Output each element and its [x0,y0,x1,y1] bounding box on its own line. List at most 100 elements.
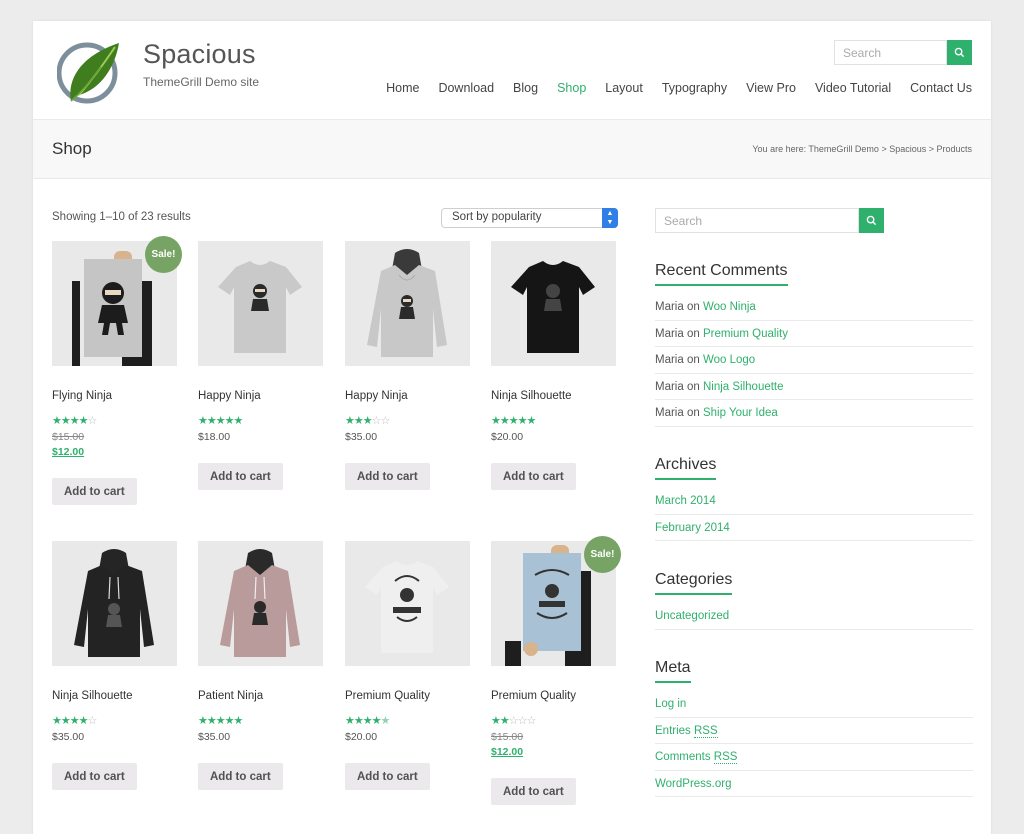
site-logo[interactable] [57,37,123,107]
product-image[interactable] [345,241,470,366]
black-tshirt-image [511,261,595,353]
add-to-cart-button[interactable]: Add to cart [345,463,430,490]
add-to-cart-button[interactable]: Add to cart [52,763,137,790]
nav-item-contact-us[interactable]: Contact Us [910,81,972,95]
comment-post-link[interactable]: Woo Logo [703,354,755,366]
product-image[interactable] [345,541,470,666]
product-card: Ninja Silhouette ★★★★★ $20.00 Add to cart [491,241,616,490]
product-name[interactable]: Happy Ninja [198,390,261,402]
product-image[interactable] [198,541,323,666]
meta-link[interactable]: Log in [655,698,686,710]
product-card: Ninja Silhouette ★★★★☆ $35.00 Add to cart [52,541,177,790]
comment-post-link[interactable]: Ship Your Idea [703,407,778,419]
site-description: ThemeGrill Demo site [143,75,260,89]
star-filled-icon: ★ [206,715,217,727]
product-name[interactable]: Ninja Silhouette [52,690,133,702]
meta-link[interactable]: Comments RSS [655,751,738,764]
add-to-cart-button[interactable]: Add to cart [198,463,283,490]
star-filled-icon: ★ [224,415,235,427]
header-search-input[interactable] [834,40,947,65]
product-name[interactable]: Flying Ninja [52,390,112,402]
star-filled-icon: ★ [198,715,208,727]
nav-item-download[interactable]: Download [438,81,494,95]
nav-item-blog[interactable]: Blog [513,81,538,95]
star-filled-icon: ★ [224,715,235,727]
meta-item: Comments RSS [655,744,973,771]
search-icon [866,215,877,226]
archives-list: March 2014 February 2014 [655,488,973,541]
product-card: Sale! Premium Quality ★★☆☆☆ $15.00 $12.00 Add… [491,536,621,805]
recent-comments-list: Maria on Woo Ninja Maria on Premium Quali… [655,294,973,427]
comment-post-link[interactable]: Ninja Silhouette [703,381,784,393]
comment-post-link[interactable]: Premium Quality [703,328,788,340]
categories-title: Categories [655,571,733,595]
nav-item-shop[interactable]: Shop [557,81,586,95]
comment-item: Maria on Woo Logo [655,347,973,374]
comment-on: on [686,301,700,313]
product-image[interactable] [198,241,323,366]
star-empty-icon: ☆ [508,715,519,727]
sidebar-search-input[interactable] [655,208,859,233]
nav-item-typography[interactable]: Typography [662,81,727,95]
star-filled-icon: ★ [215,415,226,427]
product-card: Patient Ninja ★★★★★ $35.00 Add to cart [198,541,323,790]
product-price: $20.00 [345,731,378,743]
comment-item: Maria on Premium Quality [655,321,973,347]
product-name[interactable]: Patient Ninja [198,690,263,702]
meta-link[interactable]: WordPress.org [655,778,731,790]
sidebar-search [655,208,884,233]
star-empty-icon: ☆ [380,415,391,427]
add-to-cart-button[interactable]: Add to cart [345,763,430,790]
header-search [834,40,972,65]
product-name[interactable]: Ninja Silhouette [491,390,572,402]
comment-author: Maria [655,327,684,340]
product-name[interactable]: Premium Quality [491,690,576,702]
nav-item-video-tutorial[interactable]: Video Tutorial [815,81,891,95]
archive-link[interactable]: March 2014 [655,495,716,507]
meta-link-abbr: RSS [713,751,738,764]
add-to-cart-button[interactable]: Add to cart [198,763,283,790]
product-rating: ★★★★★ [198,714,243,727]
sidebar-search-button[interactable] [859,208,884,233]
product-name[interactable]: Premium Quality [345,690,430,702]
header-search-button[interactable] [947,40,972,65]
black-hoodie-image [74,549,154,657]
product-image[interactable] [52,541,177,666]
add-to-cart-button[interactable]: Add to cart [491,778,576,805]
product-rating: ★★★★☆ [52,714,97,727]
star-filled-icon: ★ [206,415,217,427]
comment-author: Maria [655,354,684,366]
archive-link[interactable]: February 2014 [655,522,730,534]
add-to-cart-button[interactable]: Add to cart [491,463,576,490]
add-to-cart-button[interactable]: Add to cart [52,478,137,505]
comment-item: Maria on Ship Your Idea [655,400,973,427]
breadcrumb[interactable]: You are here: ThemeGrill Demo > Spacious… [752,144,972,154]
product-name[interactable]: Happy Ninja [345,390,408,402]
star-empty-icon: ☆ [87,415,98,427]
star-filled-icon: ★ [526,415,537,427]
product-rating: ★★★☆☆ [345,414,391,427]
star-filled-icon: ★ [345,415,355,427]
meta-link[interactable]: Entries RSS [655,724,718,738]
star-filled-icon: ★ [215,715,226,727]
site-title[interactable]: Spacious [143,39,256,70]
page-header-bar: Shop You are here: ThemeGrill Demo > Spa… [33,119,991,179]
nav-item-layout[interactable]: Layout [605,81,643,95]
nav-item-view-pro[interactable]: View Pro [746,81,796,95]
sort-select[interactable]: Sort by popularity ▲ ▼ [441,208,618,228]
comment-post-link[interactable]: Woo Ninja [703,301,756,313]
sale-badge: Sale! [584,536,621,573]
star-filled-icon: ★ [362,715,373,727]
product-image[interactable] [491,241,616,366]
comment-on: on [686,354,700,366]
meta-link-abbr: RSS [694,724,718,738]
category-link[interactable]: Uncategorized [655,610,729,622]
product-price: $35.00 [345,431,378,443]
star-half-icon: ★ [380,715,391,727]
product-price: $12.00 [52,446,85,458]
nav-item-home[interactable]: Home [386,81,419,95]
product-rating: ★★★★☆ [52,414,98,427]
star-filled-icon: ★ [499,415,510,427]
product-old-price: $15.00 [52,431,85,443]
star-filled-icon: ★ [69,715,80,727]
